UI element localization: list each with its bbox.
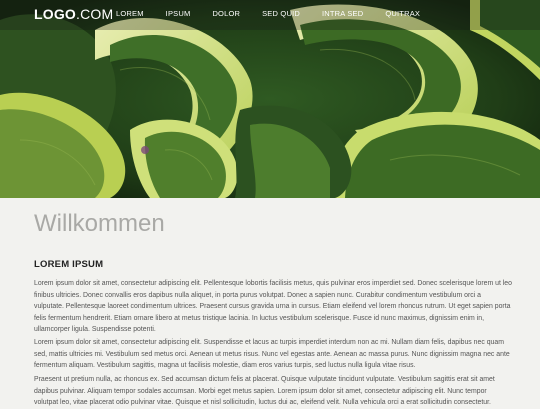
nav-item-quitrax[interactable]: QUITRAX (385, 9, 420, 18)
nav-item-lorem[interactable]: LOREM (116, 9, 144, 18)
section-heading: LOREM IPSUM (34, 259, 104, 270)
page-title: Willkommen (34, 210, 165, 237)
hero-image: LOGO.COM LOREM IPSUM DOLOR SED QUID INTR… (0, 0, 540, 198)
nav-menu: LOREM IPSUM DOLOR SED QUID INTRA SED QUI… (116, 9, 442, 18)
paragraph-2: Lorem ipsum dolor sit amet, consectetur … (34, 339, 510, 369)
logo-light-text: .COM (76, 6, 114, 22)
top-navigation: LOGO.COM LOREM IPSUM DOLOR SED QUID INTR… (0, 0, 540, 30)
nav-item-dolor[interactable]: DOLOR (212, 9, 240, 18)
nav-item-ipsum[interactable]: IPSUM (166, 9, 191, 18)
nav-item-sed-quid[interactable]: SED QUID (262, 9, 300, 18)
paragraph-1: Lorem ipsum dolor sit amet, consectetur … (34, 280, 512, 333)
main-content: Willkommen LOREM IPSUM Lorem ipsum dolor… (0, 198, 540, 406)
logo-bold-text: LOGO (34, 6, 77, 22)
nav-item-intra-sed[interactable]: INTRA SED (322, 9, 363, 18)
site-logo[interactable]: LOGO.COM (34, 6, 113, 22)
paragraph-3: Praesent ut pretium nulla, ac rhoncus ex… (34, 376, 495, 406)
